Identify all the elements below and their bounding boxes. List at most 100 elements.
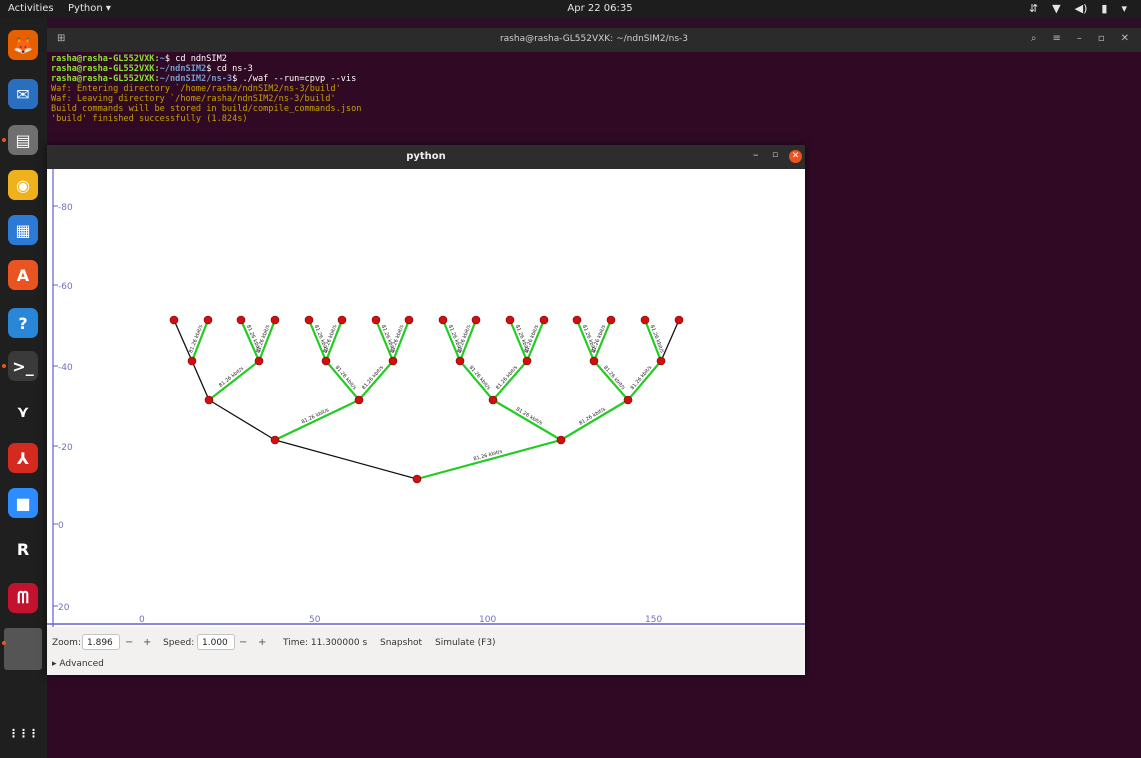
topology-node[interactable] xyxy=(623,395,633,405)
files-icon[interactable]: ▤ xyxy=(8,125,38,155)
advanced-expander[interactable]: ▸ Advanced xyxy=(52,659,104,669)
hamburger-menu-icon[interactable]: ≡ xyxy=(1052,33,1060,44)
running-indicator xyxy=(2,138,6,142)
network-transfer-icon[interactable]: ⇵ xyxy=(1029,2,1038,15)
prompt-command: $ cd ns-3 xyxy=(206,64,253,74)
topology-node[interactable] xyxy=(556,435,566,445)
axis-bottom-label: 0 xyxy=(139,615,145,625)
prompt-user: rasha@rasha-GL552VXK: xyxy=(51,74,160,84)
running-indicator xyxy=(2,641,6,645)
axis-bottom-label: 100 xyxy=(479,615,496,625)
control-bar: Zoom: 1.896 − + Speed: 1.000 − + Time: 1… xyxy=(47,627,805,675)
topology-node[interactable] xyxy=(589,356,599,366)
topology-node[interactable] xyxy=(204,395,214,405)
show-applications-icon[interactable]: ⋮⋮⋮ xyxy=(8,718,39,748)
axis-left-label: -60 xyxy=(58,282,73,292)
terminal-line: Waf: Entering directory `/home/rasha/ndn… xyxy=(51,84,361,94)
prompt-path: ~/ndnSIM2/ns-3 xyxy=(159,74,233,84)
topology-canvas[interactable]: -80-60-40-20020 0 50 100 150 81.26 kbit/s81… xyxy=(47,169,805,627)
python-titlebar[interactable]: python – ▫ ✕ xyxy=(47,145,805,169)
topology-node[interactable] xyxy=(321,356,331,366)
minimize-icon[interactable]: – xyxy=(1077,33,1082,44)
firefox-icon[interactable]: 🦊 xyxy=(8,30,38,60)
search-icon[interactable]: ⌕ xyxy=(1031,33,1037,44)
topology-node[interactable] xyxy=(455,356,465,366)
writer-icon[interactable]: ▦ xyxy=(8,215,38,245)
topology-node[interactable] xyxy=(388,356,398,366)
mendeley-icon[interactable]: ᗰ xyxy=(8,583,38,613)
topology-node[interactable] xyxy=(539,315,549,325)
topology-node[interactable] xyxy=(438,315,448,325)
terminal-output-text: Build commands will be stored in build/c… xyxy=(51,104,362,114)
minimize-icon[interactable]: – xyxy=(753,148,759,161)
clock[interactable]: Apr 22 06:35 xyxy=(540,3,660,14)
terminal-output[interactable]: rasha@rasha-GL552VXK:~$ cd ndnSIM2 rasha@… xyxy=(51,54,361,124)
simulate-button[interactable]: Simulate (F3) xyxy=(435,638,496,648)
topology-node[interactable] xyxy=(236,315,246,325)
prompt-user: rasha@rasha-GL552VXK: xyxy=(51,64,160,74)
simulation-time: Time: 11.300000 s xyxy=(283,638,368,648)
prompt-command: $ cd ndnSIM2 xyxy=(164,54,227,64)
topology-node[interactable] xyxy=(488,395,498,405)
topology-node[interactable] xyxy=(337,315,347,325)
python-app-icon[interactable] xyxy=(4,628,42,670)
zoom-increase-button[interactable]: + xyxy=(143,637,151,648)
window-title: python xyxy=(406,151,446,162)
close-icon[interactable]: ✕ xyxy=(1121,33,1129,44)
terminal-titlebar[interactable]: ⊞ rasha@rasha-GL552VXK: ~/ndnSIM2/ns-3 ⌕… xyxy=(47,28,1141,52)
thunderbird-icon[interactable]: ✉ xyxy=(8,79,38,109)
maximize-icon[interactable]: ▫ xyxy=(1098,33,1105,44)
topology-node[interactable] xyxy=(187,356,197,366)
prompt-path: ~/ndnSIM2 xyxy=(159,64,207,74)
activities-button[interactable]: Activities xyxy=(8,3,54,14)
topology-node[interactable] xyxy=(404,315,414,325)
terminal-title: rasha@rasha-GL552VXK: ~/ndnSIM2/ns-3 xyxy=(499,34,689,44)
terminal-output-text: Waf: Leaving directory `/home/rasha/ndnS… xyxy=(51,94,336,104)
app-menu[interactable]: Python ▾ xyxy=(68,3,111,14)
topology-node[interactable] xyxy=(270,315,280,325)
wifi-icon[interactable]: ▼ xyxy=(1052,2,1060,15)
topology-node[interactable] xyxy=(572,315,582,325)
software-icon[interactable]: A xyxy=(8,260,38,290)
terminal-line: rasha@rasha-GL552VXK:~/ndnSIM2$ cd ns-3 xyxy=(51,64,361,74)
axis-left-label: -40 xyxy=(58,363,73,373)
r-icon[interactable]: R xyxy=(8,534,38,564)
pdf-reader-icon[interactable]: ⅄ xyxy=(8,443,38,473)
speed-increase-button[interactable]: + xyxy=(258,637,266,648)
volume-icon[interactable]: ◀) xyxy=(1075,2,1088,15)
topology-node[interactable] xyxy=(270,435,280,445)
topology-node[interactable] xyxy=(606,315,616,325)
axis-bottom-label: 50 xyxy=(309,615,321,625)
help-icon[interactable]: ? xyxy=(8,308,38,338)
speed-input[interactable]: 1.000 xyxy=(197,634,235,650)
topology-node[interactable] xyxy=(656,356,666,366)
maximize-icon[interactable]: ▫ xyxy=(772,150,778,160)
close-icon[interactable]: ✕ xyxy=(789,150,802,163)
topology-node[interactable] xyxy=(471,315,481,325)
terminal-icon[interactable]: >_ xyxy=(8,351,38,381)
topology-node[interactable] xyxy=(412,474,422,484)
topology-node[interactable] xyxy=(304,315,314,325)
topology-node[interactable] xyxy=(522,356,532,366)
topology-node[interactable] xyxy=(640,315,650,325)
topology-node[interactable] xyxy=(203,315,213,325)
zoom-icon[interactable]: ■ xyxy=(8,488,38,518)
dock: 🦊 ✉ ▤ ◉ ▦ A? >_ ⋎ ⅄ ■ R ᗰ ⋮⋮⋮ xyxy=(0,18,47,758)
topology-node[interactable] xyxy=(371,315,381,325)
topology-node[interactable] xyxy=(505,315,515,325)
rhythmbox-icon[interactable]: ◉ xyxy=(8,170,38,200)
terminal-output-text: Waf: Entering directory `/home/rasha/ndn… xyxy=(51,84,341,94)
wireshark-icon[interactable]: ⋎ xyxy=(8,396,38,426)
system-menu-chevron-icon[interactable]: ▾ xyxy=(1121,2,1127,15)
battery-icon[interactable]: ▮ xyxy=(1101,2,1107,15)
zoom-input[interactable]: 1.896 xyxy=(82,634,120,650)
zoom-decrease-button[interactable]: − xyxy=(125,637,133,648)
topology-node[interactable] xyxy=(354,395,364,405)
topology-node[interactable] xyxy=(674,315,684,325)
snapshot-button[interactable]: Snapshot xyxy=(380,638,422,648)
topology-node[interactable] xyxy=(169,315,179,325)
python-visualizer-window[interactable]: python – ▫ ✕ -80 -60 -40 -20 0 20 0 50 100 150 8… xyxy=(47,145,805,675)
speed-decrease-button[interactable]: − xyxy=(239,637,247,648)
topology-node[interactable] xyxy=(254,356,264,366)
system-tray[interactable]: ⇵ ▼ ◀) ▮ ▾ xyxy=(1029,2,1127,15)
